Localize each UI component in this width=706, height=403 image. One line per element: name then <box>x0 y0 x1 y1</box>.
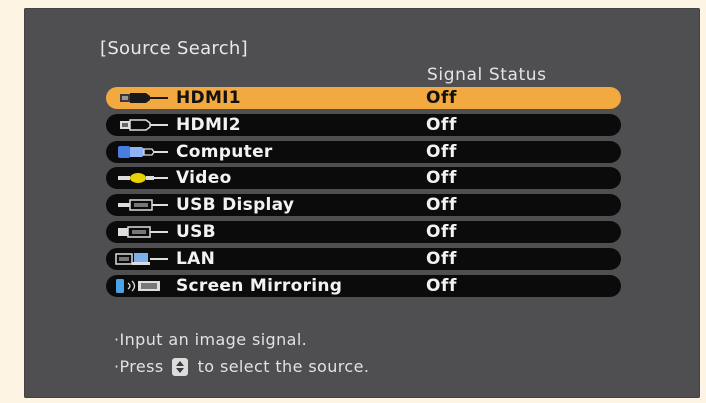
source-status: Off <box>426 275 458 296</box>
source-name: LAN <box>176 248 216 269</box>
rca-video-icon <box>106 167 176 189</box>
source-row-usb-display[interactable]: USB Display Off <box>106 194 621 217</box>
source-name: USB <box>176 221 216 242</box>
source-status: Off <box>426 88 458 108</box>
menu-title: [Source Search] <box>100 38 248 59</box>
source-name: Screen Mirroring <box>176 275 343 296</box>
source-row-usb[interactable]: USB Off <box>106 220 621 243</box>
source-row-video[interactable]: Video Off <box>106 167 621 190</box>
hdmi-icon <box>106 114 176 136</box>
source-name: Video <box>176 168 232 189</box>
up-down-arrow-icon <box>171 357 188 376</box>
help-text-input: ·Input an image signal. <box>114 330 308 349</box>
source-status: Off <box>426 141 458 162</box>
help-select-label: to select the source. <box>197 357 370 376</box>
source-status: Off <box>426 248 458 269</box>
source-row-screen-mirroring[interactable]: Screen Mirroring Off <box>106 274 621 297</box>
source-status: Off <box>426 195 458 216</box>
help-press-label: ·Press <box>114 357 164 376</box>
source-name: USB Display <box>176 195 295 216</box>
hdmi-icon <box>106 87 176 109</box>
source-row-lan[interactable]: LAN Off <box>106 247 621 270</box>
source-status: Off <box>426 221 458 242</box>
signal-status-header: Signal Status <box>427 65 547 85</box>
source-status: Off <box>426 168 458 189</box>
source-list: HDMI1 Off HDMI2 Off Computer Off Video O… <box>106 87 621 301</box>
usb-display-icon <box>106 194 176 216</box>
source-name: Computer <box>176 141 273 162</box>
source-row-hdmi2[interactable]: HDMI2 Off <box>106 113 621 136</box>
help-text-press: ·Press to select the source. <box>114 357 369 376</box>
usb-icon <box>106 221 176 243</box>
source-row-computer[interactable]: Computer Off <box>106 140 621 163</box>
lan-icon <box>106 248 176 270</box>
source-name: HDMI2 <box>176 114 241 135</box>
screen-mirroring-icon <box>106 275 176 297</box>
source-status: Off <box>426 114 458 135</box>
vga-computer-icon <box>106 141 176 163</box>
source-name: HDMI1 <box>176 88 241 108</box>
source-search-panel: [Source Search] Signal Status HDMI1 Off <box>24 8 700 398</box>
source-row-hdmi1[interactable]: HDMI1 Off <box>106 87 621 109</box>
